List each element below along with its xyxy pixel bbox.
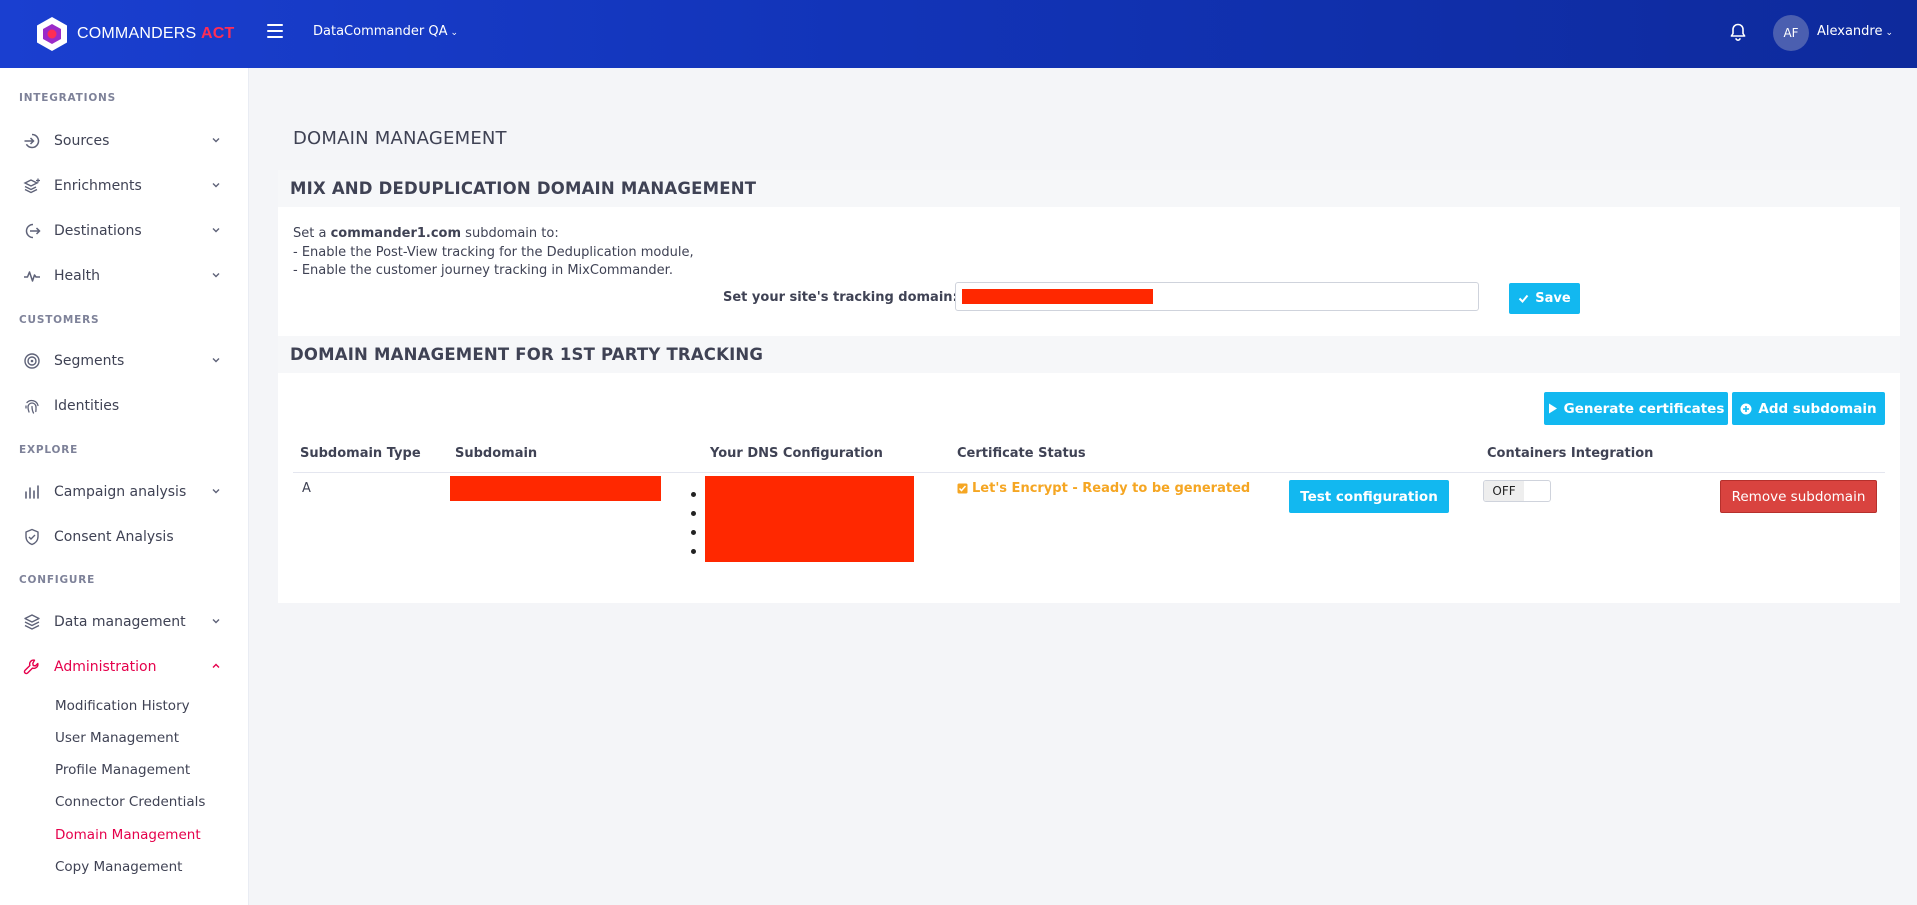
sidebar-item-destinations[interactable]: Destinations: [0, 214, 249, 248]
subdomain-type-cell: A: [302, 481, 311, 496]
tracking-domain-input[interactable]: [955, 282, 1479, 311]
destination-logout-icon: [25, 223, 41, 239]
sidebar-item-label: Campaign analysis: [54, 484, 187, 500]
sidebar-subitem-domain-management[interactable]: Domain Management: [55, 827, 201, 843]
bell-icon[interactable]: [1728, 22, 1748, 42]
sidebar-item-label: Enrichments: [54, 178, 142, 194]
layers-icon: [24, 614, 40, 630]
check-icon: [1518, 293, 1529, 304]
layers-plus-icon: [23, 178, 40, 194]
subdomain-table: Subdomain Type Subdomain Your DNS Config…: [293, 436, 1885, 473]
chevron-down-icon: [212, 183, 220, 188]
sidebar-item-label: Administration: [54, 659, 157, 675]
sidebar-item-data-management[interactable]: Data management: [0, 605, 249, 639]
menu-toggle-icon[interactable]: [267, 24, 283, 38]
sidebar-subitem-copy-management[interactable]: Copy Management: [55, 859, 182, 875]
sidebar-item-label: Consent Analysis: [54, 529, 174, 545]
column-header: Containers Integration: [1480, 436, 1710, 473]
mix-section-header: MIX AND DEDUPLICATION DOMAIN MANAGEMENT: [278, 170, 1900, 207]
first-party-section-header: DOMAIN MANAGEMENT FOR 1ST PARTY TRACKING: [278, 336, 1900, 373]
mix-description-line3: - Enable the customer journey tracking i…: [293, 263, 673, 278]
plus-circle-icon: [1740, 403, 1752, 415]
save-button[interactable]: Save: [1509, 283, 1580, 314]
sidebar-item-segments[interactable]: Segments: [0, 344, 249, 378]
sidebar-item-enrichments[interactable]: Enrichments: [0, 169, 249, 203]
remove-subdomain-button[interactable]: Remove subdomain: [1720, 480, 1877, 513]
sidebar-item-label: Destinations: [54, 223, 142, 239]
bar-chart-icon: [25, 485, 39, 499]
sidebar-subitem-connector-credentials[interactable]: Connector Credentials: [55, 794, 205, 810]
sidebar-item-consent-analysis[interactable]: Consent Analysis: [0, 520, 249, 554]
domain-management-card: MIX AND DEDUPLICATION DOMAIN MANAGEMENT …: [278, 170, 1900, 603]
generate-certificates-button[interactable]: Generate certificates: [1544, 392, 1728, 425]
checkbox-checked-icon: [957, 483, 968, 494]
brand-name: COMMANDERS ACT: [77, 25, 235, 42]
section-customers: CUSTOMERS: [19, 314, 100, 326]
sidebar-item-label: Segments: [54, 353, 125, 369]
target-icon: [24, 353, 40, 369]
sidebar-subitem-modification-history[interactable]: Modification History: [55, 698, 190, 714]
redacted-value: [962, 289, 1153, 304]
top-bar: COMMANDERS ACT DataCommander QA ⌄ AF Alex…: [0, 0, 1917, 68]
logo[interactable]: COMMANDERS ACT: [35, 16, 234, 52]
mix-description-line2: - Enable the Post-View tracking for the …: [293, 244, 694, 260]
user-menu[interactable]: Alexandre ⌄: [1817, 24, 1893, 39]
section-integrations: INTEGRATIONS: [19, 92, 116, 104]
avatar[interactable]: AF: [1773, 15, 1809, 51]
redacted-dns-config: [705, 476, 914, 562]
section-explore: EXPLORE: [19, 444, 79, 456]
chevron-down-icon: [212, 489, 220, 494]
sidebar-item-administration[interactable]: Administration: [0, 650, 249, 684]
column-header: Your DNS Configuration: [703, 436, 950, 473]
chevron-down-icon: [212, 273, 220, 278]
column-header: [1282, 436, 1480, 473]
commanders-act-logo-icon: [37, 17, 67, 51]
page-title: DOMAIN MANAGEMENT: [293, 128, 507, 149]
certificate-status: Let's Encrypt - Ready to be generated: [957, 481, 1250, 496]
column-header: Subdomain Type: [293, 436, 448, 473]
first-party-section-title: DOMAIN MANAGEMENT FOR 1ST PARTY TRACKING: [290, 345, 764, 364]
containers-integration-toggle[interactable]: OFF: [1483, 480, 1551, 502]
chevron-down-icon: [212, 619, 220, 624]
sidebar-item-campaign-analysis[interactable]: Campaign analysis: [0, 475, 249, 509]
wrench-icon: [23, 659, 39, 675]
sidebar: INTEGRATIONS Sources Enrichments Destina…: [0, 68, 249, 905]
column-header: Certificate Status: [950, 436, 1282, 473]
sidebar-item-sources[interactable]: Sources: [0, 124, 249, 158]
column-header: Subdomain: [448, 436, 703, 473]
chevron-down-icon: [212, 358, 220, 363]
sidebar-item-label: Identities: [54, 398, 120, 414]
fingerprint-icon: [25, 399, 39, 414]
chevron-up-icon: [212, 663, 220, 668]
chevron-down-icon: [212, 228, 220, 233]
sidebar-item-label: Sources: [54, 133, 110, 149]
column-header: [1710, 436, 1885, 473]
mix-section-title: MIX AND DEDUPLICATION DOMAIN MANAGEMENT: [290, 179, 757, 198]
sidebar-item-label: Data management: [54, 614, 186, 630]
sidebar-subitem-user-management[interactable]: User Management: [55, 730, 179, 746]
sidebar-item-identities[interactable]: Identities: [0, 389, 249, 423]
redacted-subdomain: [450, 476, 661, 501]
mix-description-line1: Set a commander1.com subdomain to:: [293, 226, 559, 241]
section-configure: CONFIGURE: [19, 574, 96, 586]
sidebar-subitem-profile-management[interactable]: Profile Management: [55, 762, 190, 778]
sidebar-item-label: Health: [54, 268, 100, 284]
source-login-icon: [24, 133, 40, 149]
tracking-domain-label: Set your site's tracking domain:: [723, 290, 958, 305]
dns-config-list: [691, 492, 696, 568]
pulse-icon: [24, 271, 40, 282]
shield-check-icon: [25, 528, 39, 546]
table-header-row: Subdomain Type Subdomain Your DNS Config…: [293, 436, 1885, 473]
workspace-selector[interactable]: DataCommander QA ⌄: [313, 24, 458, 39]
sidebar-item-health[interactable]: Health: [0, 259, 249, 293]
mix-description: Set a commander1.com subdomain to: - Ena…: [293, 225, 694, 281]
test-configuration-button[interactable]: Test configuration: [1289, 480, 1449, 513]
chevron-down-icon: [212, 138, 220, 143]
play-icon: [1548, 403, 1558, 414]
toggle-state-label: OFF: [1484, 481, 1524, 501]
add-subdomain-button[interactable]: Add subdomain: [1732, 392, 1885, 425]
